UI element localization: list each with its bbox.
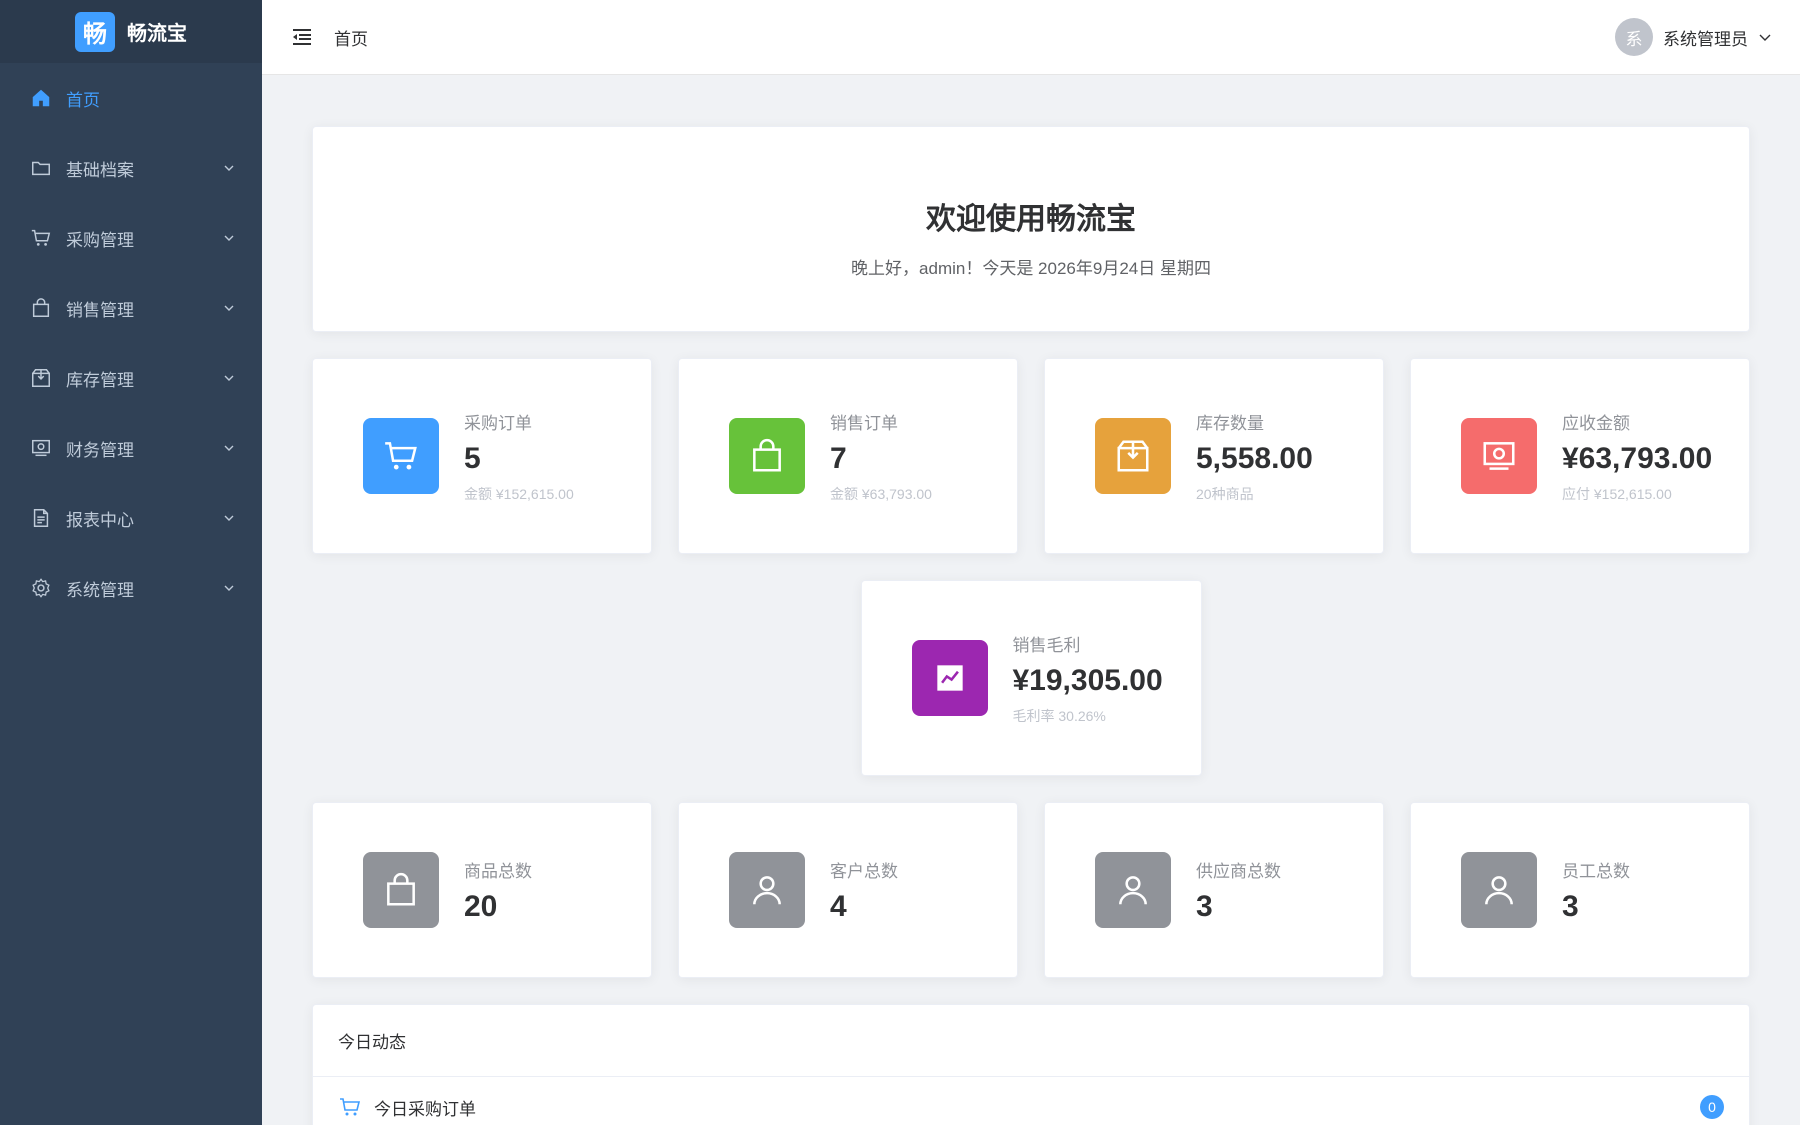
count-value: 3: [1196, 889, 1213, 923]
welcome-title: 欢迎使用畅流宝: [926, 202, 1136, 236]
stat-label: 销售毛利: [1012, 635, 1081, 655]
user-icon: [1095, 852, 1171, 928]
user-icon: [1461, 852, 1537, 928]
user-icon: [729, 852, 805, 928]
bag-icon: [30, 297, 52, 319]
count-label: 商品总数: [464, 861, 532, 881]
stat-label: 销售订单: [830, 413, 898, 433]
stat-label: 应收金额: [1562, 413, 1630, 433]
count-value: 20: [464, 889, 498, 923]
chevron-down-icon: [224, 305, 234, 311]
count-value: 4: [830, 889, 847, 923]
chevron-down-icon: [1759, 34, 1771, 41]
count-value: 3: [1562, 889, 1579, 923]
chevron-down-icon: [224, 235, 234, 241]
stat-sub: 应付 ¥152,615.00: [1562, 485, 1672, 502]
activity-title: 今日动态: [313, 1005, 1749, 1077]
logo-bar[interactable]: 畅 畅流宝: [0, 0, 262, 63]
stat-card-sales-orders[interactable]: 销售订单 7 金额 ¥63,793.00: [678, 358, 1018, 554]
welcome-card: 欢迎使用畅流宝 晚上好，admin！今天是 2026年9月24日 星期四: [312, 126, 1750, 332]
home-icon: [30, 87, 52, 109]
today-activity-card: 今日动态 今日采购订单 0: [312, 1004, 1750, 1125]
stat-card-gross-profit[interactable]: 销售毛利 ¥19,305.00 毛利率 30.26%: [860, 580, 1202, 776]
chevron-down-icon: [224, 445, 234, 451]
activity-row[interactable]: 今日采购订单 0: [313, 1077, 1749, 1125]
count-badge: 0: [1700, 1095, 1724, 1119]
sidebar-item-purchase[interactable]: 采购管理: [0, 203, 262, 273]
sidebar-item-finance[interactable]: 财务管理: [0, 413, 262, 483]
stat-sub: 金额 ¥63,793.00: [830, 485, 932, 502]
stat-value: 5: [464, 441, 481, 475]
sidebar-item-inventory[interactable]: 库存管理: [0, 343, 262, 413]
stat-sub: 金额 ¥152,615.00: [464, 485, 574, 502]
breadcrumb[interactable]: 首页: [334, 25, 1615, 50]
user-menu[interactable]: 系 系统管理员: [1615, 18, 1772, 56]
sidebar-item-label: 财务管理: [66, 440, 134, 460]
stat-card-receivable[interactable]: 应收金额 ¥63,793.00 应付 ¥152,615.00: [1410, 358, 1750, 554]
count-card-customers[interactable]: 客户总数 4: [678, 802, 1018, 978]
chevron-down-icon: [224, 375, 234, 381]
count-card-suppliers[interactable]: 供应商总数 3: [1044, 802, 1384, 978]
app-name: 畅流宝: [127, 23, 187, 45]
stat-value: 5,558.00: [1196, 441, 1313, 475]
stat-value: 7: [830, 441, 847, 475]
gear-icon: [30, 577, 52, 599]
profit-row: 销售毛利 ¥19,305.00 毛利率 30.26%: [312, 580, 1750, 776]
avatar: 系: [1615, 18, 1653, 56]
counts-row: 商品总数 20 客户总数 4 供应商总数 3 员工总数 3: [312, 802, 1750, 978]
stats-row: 采购订单 5 金额 ¥152,615.00 销售订单 7 金额 ¥63,793.…: [312, 358, 1750, 554]
dashboard-main: 欢迎使用畅流宝 晚上好，admin！今天是 2026年9月24日 星期四 采购订…: [262, 76, 1800, 1125]
sidebar-item-sales[interactable]: 销售管理: [0, 273, 262, 343]
stat-value: ¥63,793.00: [1562, 441, 1713, 475]
cart-icon: [340, 1098, 361, 1116]
money-icon: [30, 437, 52, 459]
cart-icon: [30, 227, 52, 249]
sidebar-item-label: 库存管理: [66, 370, 134, 390]
sidebar-item-system[interactable]: 系统管理: [0, 553, 262, 623]
folder-icon: [30, 157, 52, 179]
sidebar-item-label: 采购管理: [66, 230, 134, 250]
document-icon: [30, 507, 52, 529]
activity-label: 今日采购订单: [374, 1099, 476, 1119]
sidebar-item-archives[interactable]: 基础档案: [0, 133, 262, 203]
stat-card-purchase-orders[interactable]: 采购订单 5 金额 ¥152,615.00: [312, 358, 652, 554]
chevron-down-icon: [224, 585, 234, 591]
bag-icon: [363, 852, 439, 928]
count-label: 供应商总数: [1196, 861, 1281, 881]
sidebar-item-label: 基础档案: [66, 160, 134, 180]
sidebar-item-label: 首页: [66, 90, 100, 110]
welcome-subtitle: 晚上好，admin！今天是 2026年9月24日 星期四: [851, 258, 1211, 278]
chevron-down-icon: [224, 165, 234, 171]
stat-label: 采购订单: [464, 413, 532, 433]
user-name: 系统管理员: [1663, 29, 1748, 49]
count-card-products[interactable]: 商品总数 20: [312, 802, 652, 978]
count-label: 客户总数: [830, 861, 898, 881]
sidebar-item-label: 销售管理: [66, 300, 134, 320]
sidebar-item-reports[interactable]: 报表中心: [0, 483, 262, 553]
menu-fold-icon[interactable]: [290, 25, 314, 49]
stat-label: 库存数量: [1196, 413, 1264, 433]
box-icon: [30, 367, 52, 389]
stat-value: ¥19,305.00: [1012, 663, 1163, 697]
trend-icon: [911, 640, 988, 716]
box-icon: [1095, 418, 1171, 494]
stat-sub: 毛利率 30.26%: [1012, 707, 1106, 724]
cart-icon: [363, 418, 439, 494]
count-card-employees[interactable]: 员工总数 3: [1410, 802, 1750, 978]
chevron-down-icon: [224, 515, 234, 521]
count-label: 员工总数: [1562, 861, 1630, 881]
app-logo: 畅: [75, 11, 115, 52]
top-header: 首页 系 系统管理员: [262, 0, 1800, 75]
stat-card-inventory[interactable]: 库存数量 5,558.00 20种商品: [1044, 358, 1384, 554]
sidebar-item-label: 系统管理: [66, 580, 134, 600]
money-icon: [1461, 418, 1537, 494]
sidebar-item-home[interactable]: 首页: [0, 63, 262, 133]
sidebar-item-label: 报表中心: [66, 510, 134, 530]
sidebar: 畅 畅流宝 首页 基础档案 采购管理 销售管理 库存管理 财务管理 报表中心 系…: [0, 0, 262, 1125]
sidebar-menu: 首页 基础档案 采购管理 销售管理 库存管理 财务管理 报表中心 系统管理: [0, 63, 262, 623]
stat-sub: 20种商品: [1196, 485, 1254, 502]
bag-icon: [729, 418, 805, 494]
